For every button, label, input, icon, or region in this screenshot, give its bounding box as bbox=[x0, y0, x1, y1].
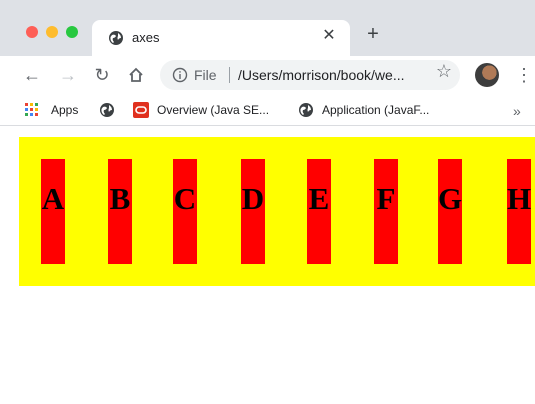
address-bar[interactable]: File /Users/morrison/book/we... bbox=[160, 60, 460, 90]
letter-cell-d: D bbox=[241, 159, 265, 264]
url-text[interactable]: /Users/morrison/book/we... bbox=[238, 67, 405, 83]
page-content: A B C D E F G H bbox=[0, 126, 535, 404]
globe-icon bbox=[109, 31, 123, 45]
apps-grid-icon bbox=[25, 103, 38, 116]
new-tab-button[interactable]: + bbox=[364, 24, 382, 44]
letter-cell-b: B bbox=[108, 159, 132, 264]
bookmark-apps[interactable]: Apps bbox=[51, 102, 78, 118]
file-scheme-label: File bbox=[194, 67, 217, 83]
letter-label: F bbox=[376, 181, 396, 216]
info-icon[interactable] bbox=[172, 67, 188, 83]
letter-label: D bbox=[241, 181, 265, 216]
menu-kebab-icon[interactable]: ⋮ bbox=[515, 64, 533, 86]
back-arrow-icon[interactable]: ← bbox=[21, 64, 43, 86]
window-minimize-button[interactable] bbox=[46, 26, 58, 38]
yellow-container: A B C D E F G H bbox=[19, 137, 535, 286]
close-icon[interactable]: ✕ bbox=[320, 27, 338, 45]
window-close-button[interactable] bbox=[26, 26, 38, 38]
avatar[interactable] bbox=[475, 63, 499, 87]
letter-cell-h: H bbox=[507, 159, 531, 264]
home-icon[interactable] bbox=[125, 64, 147, 86]
url-divider bbox=[229, 67, 230, 83]
oracle-icon bbox=[133, 102, 149, 118]
star-icon[interactable]: ☆ bbox=[434, 61, 454, 81]
letter-label: B bbox=[109, 181, 131, 216]
letter-label: E bbox=[308, 181, 330, 216]
letter-cell-f: F bbox=[374, 159, 398, 264]
bookmark-application-javafx[interactable]: Application (JavaF... bbox=[322, 102, 429, 118]
browser-tab[interactable]: axes ✕ bbox=[92, 20, 350, 56]
letter-cell-a: A bbox=[41, 159, 65, 264]
toolbar: ← → ↻ File /Users/morrison/book/we... bbox=[0, 56, 535, 95]
tab-strip: axes ✕ + bbox=[0, 0, 535, 56]
tab-title: axes bbox=[132, 30, 160, 45]
letter-label: G bbox=[437, 181, 463, 216]
forward-arrow-icon[interactable]: → bbox=[57, 64, 79, 86]
bookmarks-overflow-button[interactable]: » bbox=[513, 103, 521, 119]
letter-label: A bbox=[41, 181, 65, 216]
bookmark-overview-java-se[interactable]: Overview (Java SE... bbox=[157, 102, 269, 118]
window-zoom-button[interactable] bbox=[66, 26, 78, 38]
letter-label: C bbox=[173, 181, 197, 216]
reload-icon[interactable]: ↻ bbox=[91, 64, 113, 86]
globe-icon bbox=[100, 103, 114, 117]
letter-cell-c: C bbox=[173, 159, 197, 264]
letter-cell-g: G bbox=[438, 159, 462, 264]
bookmarks-bar: Apps Overview (Java SE... Application (J… bbox=[0, 95, 535, 126]
letter-cell-e: E bbox=[307, 159, 331, 264]
globe-icon bbox=[299, 103, 313, 117]
letter-label: H bbox=[506, 181, 532, 216]
